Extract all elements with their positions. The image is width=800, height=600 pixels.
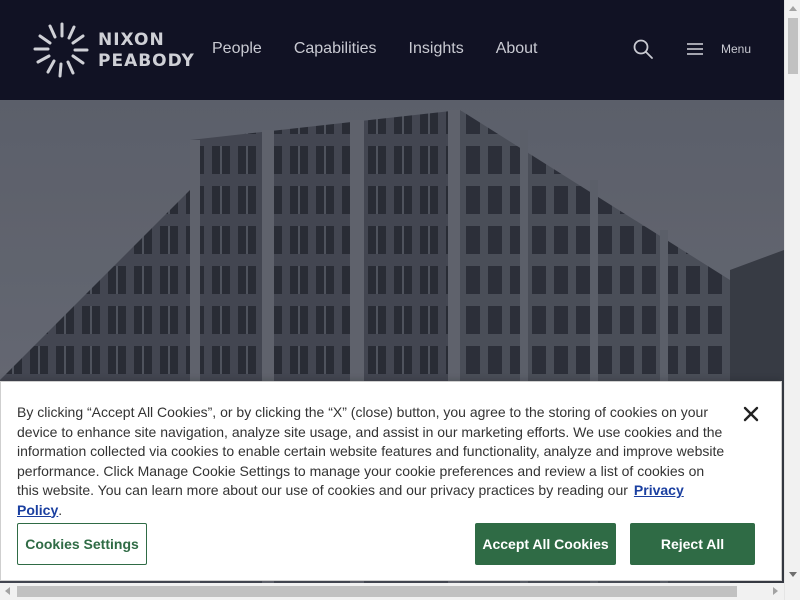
horizontal-scroll-thumb[interactable] [17,586,737,597]
horizontal-scrollbar[interactable] [0,583,784,600]
vertical-scrollbar[interactable] [784,0,800,600]
scroll-left-arrow-icon[interactable] [5,587,10,595]
cookies-settings-button[interactable]: Cookies Settings [17,523,147,565]
scroll-down-arrow-icon[interactable] [789,572,797,577]
vertical-scroll-thumb[interactable] [788,18,798,74]
nav-capabilities[interactable]: Capabilities [294,40,377,58]
menu-label: Menu [721,42,752,56]
reject-all-button[interactable]: Reject All [630,523,755,565]
cookie-period: . [58,501,63,518]
logo-line1: NIXON [98,30,165,50]
scroll-right-arrow-icon[interactable] [773,587,778,595]
logo-line2: PEABODY [98,51,195,71]
cookie-message: By clicking “Accept All Cookies”, or by … [17,403,729,520]
logo-wordmark: NIXON PEABODY [98,30,195,72]
logo[interactable]: NIXON PEABODY [30,18,194,84]
menu-button[interactable]: Menu [686,40,756,60]
nav-about[interactable]: About [496,40,538,58]
cookie-banner: By clicking “Accept All Cookies”, or by … [0,381,782,581]
site-header: NIXON PEABODY People Capabilities Insigh… [0,0,784,100]
scroll-up-arrow-icon[interactable] [789,6,797,11]
logo-burst-icon [33,22,89,78]
close-icon[interactable] [743,406,759,422]
accept-all-cookies-button[interactable]: Accept All Cookies [475,523,616,565]
nav-insights[interactable]: Insights [409,40,464,58]
hamburger-icon [687,43,703,55]
search-icon[interactable] [632,38,654,60]
main-nav: People Capabilities Insights About [212,40,570,58]
cookie-body-text: By clicking “Accept All Cookies”, or by … [17,404,725,498]
nav-people[interactable]: People [212,40,262,58]
